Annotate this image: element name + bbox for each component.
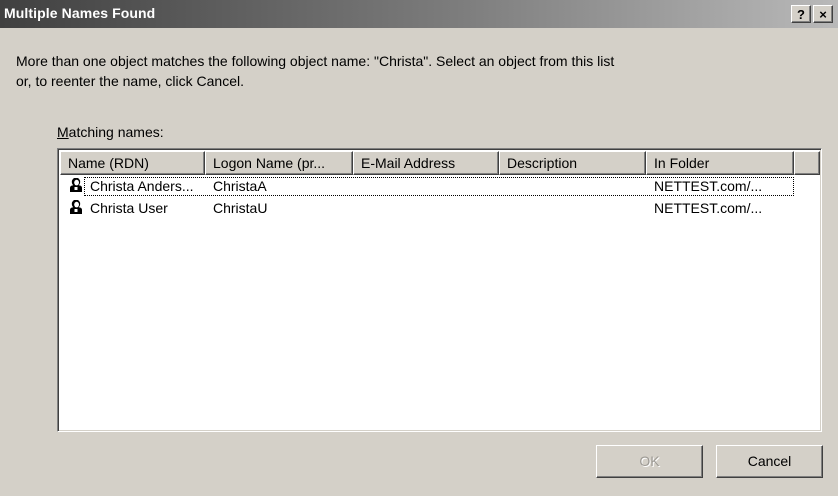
title-bar[interactable]: Multiple Names Found ? ×: [0, 0, 838, 28]
list-item[interactable]: Christa Anders... ChristaA NETTEST.com/.…: [60, 177, 820, 198]
close-button[interactable]: ×: [813, 5, 833, 23]
matching-names-label: Matching names:: [57, 124, 164, 140]
list-header: Name (RDN) Logon Name (pr... E-Mail Addr…: [60, 151, 820, 175]
cell-name: Christa Anders...: [68, 178, 205, 195]
help-button[interactable]: ?: [791, 5, 811, 23]
cell-logon-name: ChristaA: [213, 178, 267, 194]
cancel-button[interactable]: Cancel: [716, 445, 823, 478]
user-name: Christa Anders...: [90, 178, 194, 194]
matching-names-list[interactable]: Name (RDN) Logon Name (pr... E-Mail Addr…: [57, 148, 822, 432]
column-header-email[interactable]: E-Mail Address: [353, 151, 499, 175]
column-header-in-folder[interactable]: In Folder: [646, 151, 794, 175]
user-name: Christa User: [90, 200, 168, 216]
close-icon: ×: [819, 7, 827, 22]
dialog-window: Multiple Names Found ? × More than one o…: [0, 0, 838, 496]
user-icon: [68, 200, 84, 215]
matching-names-label-text: atching names:: [68, 124, 164, 140]
cell-in-folder: NETTEST.com/...: [654, 178, 763, 194]
column-header-description[interactable]: Description: [499, 151, 646, 175]
instruction-message: More than one object matches the followi…: [16, 53, 615, 89]
help-icon: ?: [797, 7, 805, 22]
column-header-filler: [794, 151, 820, 175]
cell-logon-name: ChristaU: [213, 200, 268, 216]
column-header-logon-name[interactable]: Logon Name (pr...: [205, 151, 353, 175]
cell-in-folder: NETTEST.com/...: [654, 200, 763, 216]
matching-names-accelerator: M: [57, 124, 69, 140]
column-header-name[interactable]: Name (RDN): [60, 151, 205, 175]
ok-button[interactable]: OK: [596, 445, 703, 478]
dialog-title: Multiple Names Found: [4, 5, 156, 21]
cell-name: Christa User: [68, 200, 205, 217]
user-icon: [68, 178, 84, 193]
list-item[interactable]: Christa User ChristaU NETTEST.com/...: [60, 199, 820, 220]
